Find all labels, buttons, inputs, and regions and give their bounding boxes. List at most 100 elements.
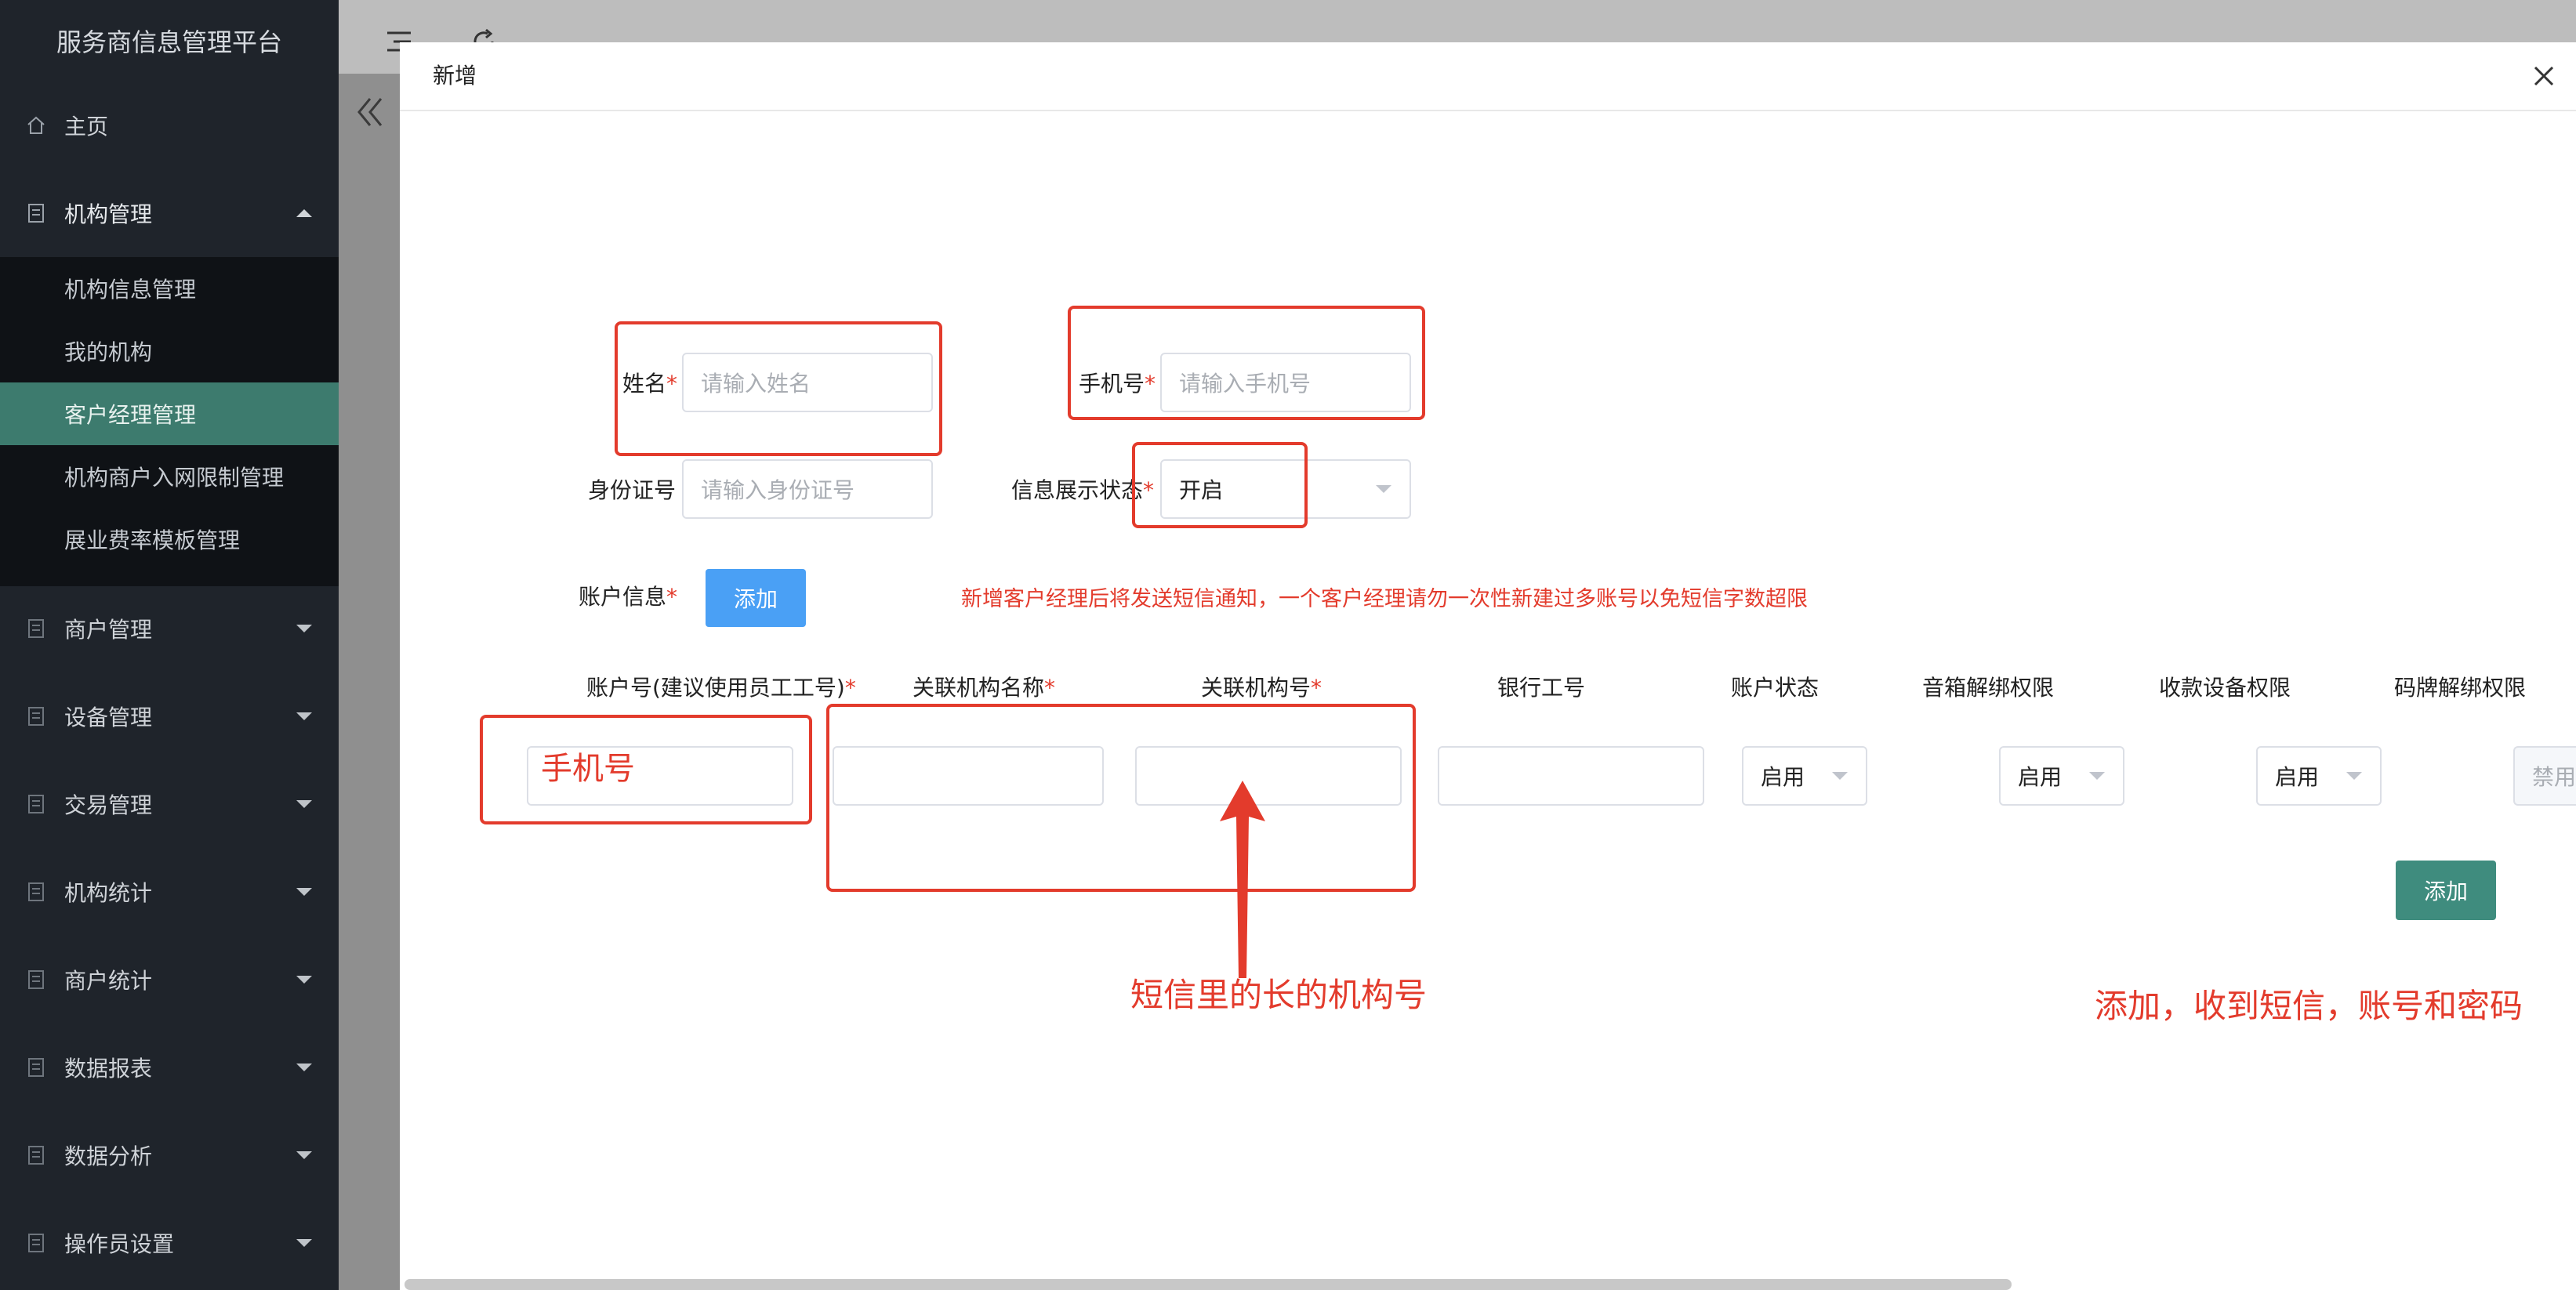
annotation-box-account [480,715,812,824]
sidebar-subitem-label: 机构信息管理 [64,277,197,303]
device-permission-select[interactable]: 启用 [2256,746,2382,806]
annotation-phone-hint: 手机号 [541,751,635,787]
horizontal-scrollbar[interactable] [405,1279,2012,1290]
sidebar-item-label: 数据报表 [64,1056,153,1082]
modal-header: 新增 [400,42,2576,111]
sidebar-item-label: 数据分析 [64,1143,153,1169]
col-qr-unbind: 码牌解绑权限 [2394,675,2527,701]
required-mark: * [1311,675,1322,701]
sidebar-item-label: 商户管理 [64,617,153,643]
required-mark: * [844,675,856,701]
account-status-value: 启用 [1761,764,1805,790]
chevron-down-icon [296,888,312,896]
annotation-box-status [1132,442,1308,528]
close-icon[interactable] [2532,64,2556,88]
sidebar-item-org-stats[interactable]: 机构统计 [0,861,339,923]
sidebar-subitem-label: 机构商户入网限制管理 [64,465,285,491]
bank-staff-no-input[interactable] [1438,746,1704,806]
sidebar-item-home[interactable]: 主页 [0,94,339,157]
col-bank-staff-no: 银行工号 [1497,675,1586,701]
col-device-permission: 收款设备权限 [2159,675,2291,701]
chevron-down-icon [296,1151,312,1159]
sms-notice: 新增客户经理后将发送短信通知，一个客户经理请勿一次性新建过多账号以免短信字数超限 [961,587,1808,611]
chevron-down-icon [296,1064,312,1071]
sidebar-item-label: 交易管理 [64,792,153,818]
add-account-button[interactable]: 添加 [706,569,806,627]
sidebar-item-device[interactable]: 设备管理 [0,685,339,748]
add-modal: 新增 姓名* 请输入姓名 手机号* 请输入手机号 身份证号 请输入身份证号 信息… [400,42,2576,1290]
sidebar-item-label: 设备管理 [64,705,153,730]
document-icon [25,793,47,815]
annotation-org-hint: 短信里的长的机构号 [1130,976,1428,1014]
chevron-down-icon [296,976,312,984]
home-icon [25,114,47,136]
caret-down-icon [2089,772,2105,780]
sidebar-item-data-analysis[interactable]: 数据分析 [0,1124,339,1187]
annotation-box-org [826,704,1416,892]
sidebar-submenu: 机构信息管理 我的机构 客户经理管理 机构商户入网限制管理 展业费率模板管理 [0,257,339,586]
col-text: 关联机构名称 [912,675,1045,701]
document-icon [25,1232,47,1254]
sidebar-item-data-report[interactable]: 数据报表 [0,1036,339,1099]
col-text: 账户号(建议使用员工工号) [586,675,845,701]
col-org-name: 关联机构名称* [912,671,1055,702]
row-add-button[interactable]: 添加 [2396,861,2496,920]
annotation-box-phone [1068,306,1425,420]
document-icon [25,705,47,727]
sidebar-subitem-org-info[interactable]: 机构信息管理 [0,257,339,320]
sidebar-item-label: 机构管理 [64,201,153,227]
chevron-down-icon [296,800,312,808]
sidebar-item-merchant[interactable]: 商户管理 [0,597,339,660]
id-label: 身份证号 [588,477,677,503]
chevron-down-icon [296,712,312,720]
id-card-input[interactable]: 请输入身份证号 [682,459,933,519]
account-info-label: 账户信息* [579,580,677,611]
sidebar-subitem-fee-template[interactable]: 展业费率模板管理 [0,508,339,571]
col-account-no: 账户号(建议使用员工工号)* [586,671,856,702]
qr-unbind-select[interactable]: 禁用 [2513,746,2576,806]
sidebar-item-label: 主页 [64,114,109,140]
document-icon [25,881,47,903]
sidebar-item-label: 机构统计 [64,880,153,906]
col-org-no: 关联机构号* [1201,671,1322,702]
required-mark: * [1044,675,1056,701]
sidebar-subitem-my-org[interactable]: 我的机构 [0,320,339,382]
arrow-up-icon [1220,781,1265,978]
chevron-down-icon [296,1239,312,1247]
chevron-down-icon [296,625,312,632]
annotation-box-name [615,321,942,456]
col-account-status: 账户状态 [1731,675,1820,701]
brand-title: 服务商信息管理平台 [56,27,282,57]
double-chevron-left-icon[interactable] [354,92,386,132]
speaker-unbind-select[interactable]: 启用 [1999,746,2124,806]
col-speaker-unbind: 音箱解绑权限 [1922,675,2055,701]
account-info-label-text: 账户信息 [579,584,667,610]
sidebar-item-operator[interactable]: 操作员设置 [0,1212,339,1274]
speaker-unbind-value: 启用 [2018,764,2063,790]
device-permission-value: 启用 [2275,764,2320,790]
display-status-label-text: 信息展示状态 [1011,477,1144,503]
document-icon [25,1056,47,1078]
sidebar-subitem-account-manager[interactable]: 客户经理管理 [0,382,339,445]
sidebar: 服务商信息管理平台 主页 机构管理 机构信息管理 我的机构 客户经理管理 机构商… [0,0,339,1290]
sidebar-item-merchant-stats[interactable]: 商户统计 [0,948,339,1011]
sidebar-item-org-management[interactable]: 机构管理 [0,182,339,245]
caret-down-icon [1376,485,1391,493]
sidebar-item-transaction[interactable]: 交易管理 [0,773,339,835]
sidebar-item-label: 操作员设置 [64,1231,175,1257]
chevron-up-icon [296,209,312,217]
qr-unbind-value: 禁用 [2532,764,2576,790]
document-icon [25,618,47,640]
caret-down-icon [1832,772,1848,780]
sidebar-subitem-label: 我的机构 [64,339,153,365]
sidebar-subitem-merchant-limit[interactable]: 机构商户入网限制管理 [0,445,339,508]
col-text: 关联机构号 [1201,675,1312,701]
account-status-select[interactable]: 启用 [1742,746,1867,806]
modal-title: 新增 [433,63,477,89]
sidebar-subitem-label: 客户经理管理 [64,402,197,428]
sidebar-item-label: 商户统计 [64,968,153,994]
document-icon [25,969,47,991]
document-icon [25,1144,47,1166]
document-icon [25,202,47,224]
sidebar-subitem-label: 展业费率模板管理 [64,527,241,553]
